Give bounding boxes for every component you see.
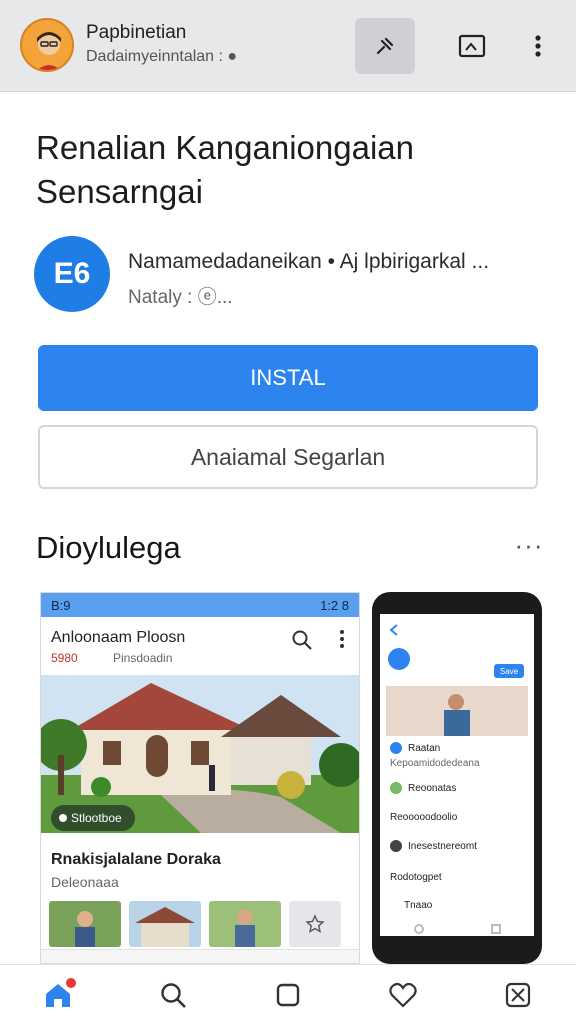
list-item[interactable]: Inesestnereomt: [390, 840, 477, 852]
user-avatar[interactable]: [20, 18, 74, 72]
screenshot-status-bar: B:9 1:2 8: [41, 593, 359, 617]
back-arrow-icon: [389, 624, 398, 636]
account-name: Papbinetian: [86, 22, 187, 43]
overflow-menu-button[interactable]: [508, 18, 568, 74]
section-title: Dioylulega: [36, 530, 181, 565]
picture-icon: [458, 34, 486, 58]
save-button[interactable]: Save: [494, 664, 524, 678]
listing-title: Rnakisjalalane Doraka: [51, 851, 221, 868]
screenshot-nav: [41, 949, 359, 963]
recents-square-icon: [490, 924, 501, 934]
nav-wishlist[interactable]: [373, 970, 433, 1020]
app-icon-text: E6: [53, 257, 91, 290]
developer-link[interactable]: Namamedadaneikan • Aj lpbirigarkal ...: [128, 250, 489, 274]
account-subtitle: Dadaimyeinntalan : ●: [86, 48, 238, 65]
chip-dot-icon: [59, 814, 67, 822]
search-icon: [161, 982, 186, 1008]
search-icon: [292, 630, 312, 650]
notification-badge: [65, 977, 76, 988]
more-vert-icon: [535, 35, 541, 57]
list-item[interactable]: Raatan: [390, 742, 440, 754]
app-icon: E6: [34, 236, 110, 312]
pin-button[interactable]: [355, 18, 415, 74]
heart-icon: [389, 982, 417, 1008]
open-in-window-button[interactable]: [442, 18, 502, 74]
listing-subtitle: Deleonaaa: [51, 874, 119, 890]
thumbnail-2[interactable]: [129, 901, 201, 947]
nav-library[interactable]: [258, 970, 318, 1020]
section-more-button[interactable]: ···: [514, 530, 544, 566]
install-button[interactable]: INSTAL: [38, 345, 538, 411]
app-title: Renalian Kanganiongaian Sensarngai: [36, 129, 414, 210]
thumbnail-strip: [49, 901, 341, 947]
profile-icon: [388, 648, 410, 670]
screenshot-tag: 5980: [51, 651, 78, 665]
list-item[interactable]: Reoonatas: [390, 782, 456, 794]
nav-search[interactable]: [143, 970, 203, 1020]
top-app-bar: Papbinetian Dadaimyeinntalan : ●: [0, 0, 576, 92]
list-item[interactable]: Reooooodoolio: [390, 812, 457, 823]
app-meta: Nataly : ⓔ...: [128, 287, 233, 308]
square-icon: [276, 983, 300, 1006]
status-time: B:9: [51, 597, 71, 613]
video-thumbnail: [386, 686, 528, 736]
screenshot-title: Anloonaam Ploosn: [51, 629, 186, 646]
nav-account[interactable]: [488, 970, 548, 1020]
screenshot-subtitle: Pinsdoadin: [113, 651, 173, 665]
thumbnail-3[interactable]: [209, 901, 281, 947]
star-outline-icon: [305, 914, 325, 933]
home-circle-icon: [413, 924, 424, 934]
phone-nav-bar: [380, 918, 534, 940]
screenshot-1[interactable]: B:9 1:2 8 Anloonaam Ploosn 5980 Pinsdoad…: [40, 592, 360, 964]
list-item[interactable]: Rodotogpet: [390, 872, 442, 883]
account-box-icon: [506, 982, 531, 1007]
phone-screen: Save Raatan Kepoamidodedeana Reoonatas R…: [380, 614, 534, 936]
more-vert-icon: [340, 630, 344, 648]
bottom-navigation: [0, 964, 576, 1024]
location-chip[interactable]: Stlootboe: [51, 805, 135, 831]
screenshot-2[interactable]: Save Raatan Kepoamidodedeana Reoonatas R…: [372, 592, 542, 964]
list-item[interactable]: Tnaao: [404, 900, 432, 911]
status-right: 1:2 8: [320, 597, 349, 613]
thumbnail-more[interactable]: [289, 901, 341, 947]
nav-home[interactable]: [28, 970, 88, 1020]
pin-off-icon: [376, 37, 394, 55]
secondary-action-button[interactable]: Anaiamal Segarlan: [38, 425, 538, 489]
chip-label: Stlootboe: [71, 811, 122, 825]
screenshot-header: Anloonaam Ploosn 5980 Pinsdoadin: [41, 617, 359, 675]
thumbnail-1[interactable]: [49, 901, 121, 947]
list-item[interactable]: Kepoamidodedeana: [390, 758, 480, 769]
